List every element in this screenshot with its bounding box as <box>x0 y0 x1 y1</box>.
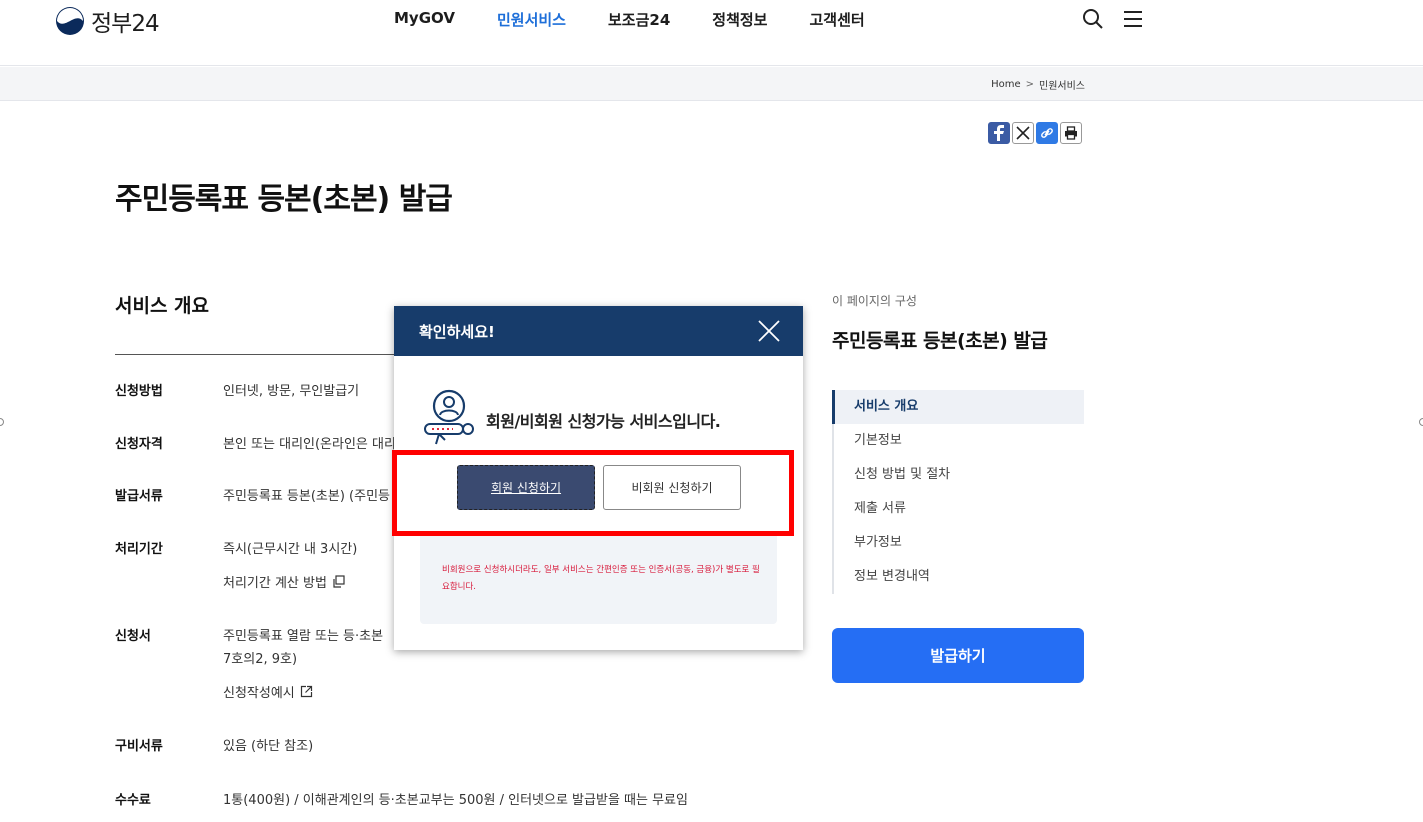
info-value: 주민등록표 등본(초본) (주민등 <box>223 489 391 504</box>
modal-title: 확인하세요! <box>419 323 495 341</box>
issue-button[interactable]: 발급하기 <box>832 628 1084 683</box>
info-label: 신청서 <box>115 629 151 644</box>
breadcrumb-separator: > <box>1025 79 1034 90</box>
copy-link-button[interactable] <box>1036 122 1058 144</box>
breadcrumb: Home > 민원서비스 <box>991 77 1085 92</box>
info-label: 발급서류 <box>115 489 163 504</box>
nav-mygov[interactable]: MyGOV <box>394 9 455 30</box>
confirm-modal: 확인하세요! 회원/비회원 신청가능 서비스입니다. 회원 신청하기 비회원 신… <box>394 306 803 650</box>
site-header: 정부24 MyGOV 민원서비스 보조금24 정책정보 고객센터 <box>0 0 1423 66</box>
logo-text: 정부24 <box>91 11 160 37</box>
toc-list: 서비스 개요 기본정보 신청 방법 및 절차 제출 서류 부가정보 정보 변경내… <box>832 390 1084 594</box>
toc-item-procedure[interactable]: 신청 방법 및 절차 <box>834 458 1084 492</box>
print-icon <box>1065 126 1077 140</box>
toc-item-basic-info[interactable]: 기본정보 <box>834 424 1084 458</box>
info-label: 구비서류 <box>115 739 163 754</box>
member-key-icon <box>424 389 474 445</box>
form-value-line2: 7호의2, 9호) <box>223 648 297 667</box>
carousel-prev-indicator <box>0 418 4 426</box>
info-value: 있음 (하단 참조) <box>223 739 314 754</box>
facebook-share-button[interactable] <box>988 122 1010 144</box>
x-icon <box>1016 126 1030 140</box>
info-value: 1통(400원) / 이해관계인의 등·초본교부는 500원 / 인터넷으로 발… <box>223 793 688 808</box>
toc-item-documents[interactable]: 제출 서류 <box>834 492 1084 526</box>
nonmember-apply-button[interactable]: 비회원 신청하기 <box>603 465 741 510</box>
link-icon <box>1041 128 1053 138</box>
modal-message: 회원/비회원 신청가능 서비스입니다. <box>486 412 721 431</box>
form-example-link[interactable]: 신청작성예시 <box>223 682 313 701</box>
toc-caption: 이 페이지의 구성 <box>832 294 917 308</box>
form-value-continuation: 7호의2, 9호) <box>223 652 298 667</box>
close-icon[interactable] <box>757 319 781 343</box>
x-share-button[interactable] <box>1012 122 1034 144</box>
info-label: 처리기간 <box>115 542 163 557</box>
nav-subsidy24[interactable]: 보조금24 <box>608 9 670 30</box>
form-example-label: 신청작성예시 <box>223 686 295 701</box>
notice-text: 비회원으로 신청하시더라도, 일부 서비스는 간편인증 또는 인증서(공동, 금… <box>442 565 760 592</box>
nav-customer-center[interactable]: 고객센터 <box>809 9 864 30</box>
toc-item-additional-info[interactable]: 부가정보 <box>834 526 1084 560</box>
info-value: 인터넷, 방문, 무인발급기 <box>223 384 360 399</box>
print-button[interactable] <box>1060 122 1082 144</box>
carousel-next-indicator <box>1419 418 1423 426</box>
breadcrumb-current[interactable]: 민원서비스 <box>1039 77 1085 92</box>
toc-item-change-history[interactable]: 정보 변경내역 <box>834 560 1084 594</box>
facebook-icon <box>994 125 1004 141</box>
info-label: 신청자격 <box>115 437 163 452</box>
info-label: 신청방법 <box>115 384 163 399</box>
processing-calc-label: 처리기간 계산 방법 <box>223 576 327 591</box>
page-title: 주민등록표 등본(초본) 발급 <box>115 182 453 217</box>
info-value: 즉시(근무시간 내 3시간) <box>223 542 358 557</box>
toc-item-overview[interactable]: 서비스 개요 <box>832 390 1084 424</box>
share-toolbar <box>988 122 1082 144</box>
main-navigation: MyGOV 민원서비스 보조금24 정책정보 고객센터 <box>394 9 865 30</box>
toc-title: 주민등록표 등본(초본) 발급 <box>832 330 1048 352</box>
section-title-overview: 서비스 개요 <box>115 295 210 317</box>
search-icon[interactable] <box>1082 8 1104 30</box>
government-logo-icon <box>56 7 84 35</box>
member-apply-button[interactable]: 회원 신청하기 <box>457 465 595 510</box>
copy-icon <box>333 575 345 588</box>
nav-policy-info[interactable]: 정책정보 <box>712 9 767 30</box>
processing-calc-link[interactable]: 처리기간 계산 방법 <box>223 572 345 591</box>
info-value: 본인 또는 대리인(온라인은 대리 <box>223 437 396 452</box>
breadcrumb-home[interactable]: Home <box>991 79 1021 90</box>
breadcrumb-bar: Home > 민원서비스 <box>0 67 1423 101</box>
info-label: 수수료 <box>115 793 151 808</box>
nav-civil-services[interactable]: 민원서비스 <box>497 9 566 30</box>
modal-header: 확인하세요! <box>394 306 803 356</box>
menu-icon[interactable] <box>1122 9 1144 29</box>
notice-box: 비회원으로 신청하시더라도, 일부 서비스는 간편인증 또는 인증서(공동, 금… <box>420 532 777 624</box>
section-divider <box>115 354 405 355</box>
external-link-icon <box>300 685 312 698</box>
info-value: 주민등록표 열람 또는 등·초본 <box>223 629 384 644</box>
site-logo[interactable]: 정부24 <box>55 4 160 38</box>
